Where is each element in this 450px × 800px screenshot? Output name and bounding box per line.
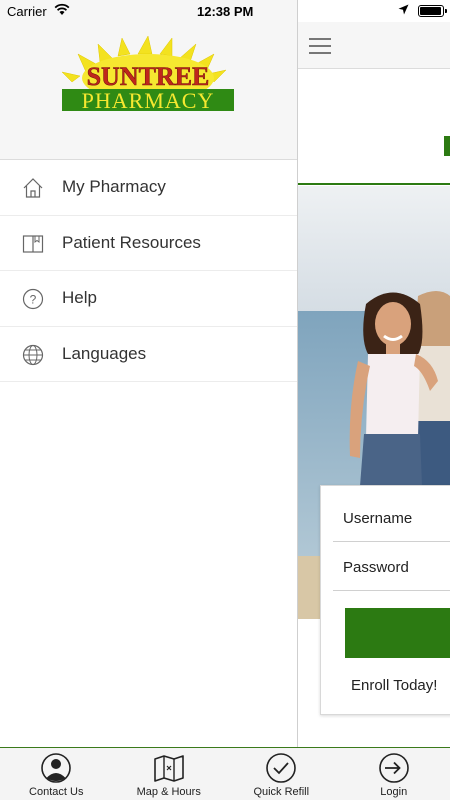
svg-text:?: ? (30, 293, 37, 307)
main-logo-strip (298, 69, 450, 185)
logo-line2: PHARMACY (82, 88, 215, 113)
clock: 12:38 PM (197, 4, 254, 19)
suntree-pharmacy-logo: SUNTREE PHARMACY (61, 35, 234, 113)
question-icon: ? (22, 288, 44, 310)
menu-item-label: Languages (62, 343, 147, 363)
tab-contact-us[interactable]: Contact Us (0, 748, 113, 800)
logo-edge (444, 136, 450, 156)
check-icon (266, 753, 297, 783)
login-icon (378, 753, 409, 783)
drawer-header: SUNTREE PHARMACY (0, 0, 297, 160)
menu-item-patient-resources[interactable]: Patient Resources (0, 216, 297, 271)
globe-icon (22, 344, 44, 365)
carrier-label: Carrier (7, 4, 47, 19)
battery-icon (418, 5, 447, 17)
main-top-bar (298, 22, 450, 69)
menu-item-label: Patient Resources (62, 232, 201, 252)
wifi-icon (54, 3, 70, 15)
password-label: Password (343, 559, 409, 576)
side-drawer: SUNTREE PHARMACY My Pharmacy Patient Res… (0, 0, 298, 747)
main-content: Username Password Enroll Today! (298, 0, 450, 747)
enroll-link[interactable]: Enroll Today! (351, 677, 437, 694)
tab-label: Map & Hours (136, 786, 201, 798)
username-label: Username (343, 510, 413, 527)
menu-item-label: My Pharmacy (62, 177, 166, 196)
tab-label: Quick Refill (253, 786, 310, 798)
tab-map-hours[interactable]: Map & Hours (113, 748, 226, 800)
menu-item-my-pharmacy[interactable]: My Pharmacy (0, 160, 297, 216)
home-icon (23, 178, 43, 198)
username-field[interactable]: Username (333, 494, 450, 542)
password-field[interactable]: Password (333, 543, 450, 591)
status-bar: Carrier 12:38 PM (0, 0, 450, 22)
book-icon (22, 234, 44, 253)
tab-login[interactable]: Login (338, 748, 450, 800)
login-card: Username Password Enroll Today! (320, 485, 450, 715)
menu-item-label: Help (62, 288, 97, 307)
menu-item-languages[interactable]: Languages (0, 327, 297, 382)
tab-label: Contact Us (29, 786, 84, 798)
bottom-tab-bar: Contact Us Map & Hours Quick Refill Logi… (0, 747, 450, 800)
tab-label: Login (380, 786, 408, 798)
menu-item-help[interactable]: ? Help (0, 271, 297, 327)
map-icon (153, 755, 184, 782)
tab-quick-refill[interactable]: Quick Refill (225, 748, 338, 800)
hamburger-menu-icon[interactable] (309, 38, 331, 54)
location-arrow-icon (398, 4, 409, 15)
contact-icon (41, 753, 72, 783)
logo-line1: SUNTREE (87, 62, 210, 91)
login-button[interactable] (345, 608, 450, 658)
